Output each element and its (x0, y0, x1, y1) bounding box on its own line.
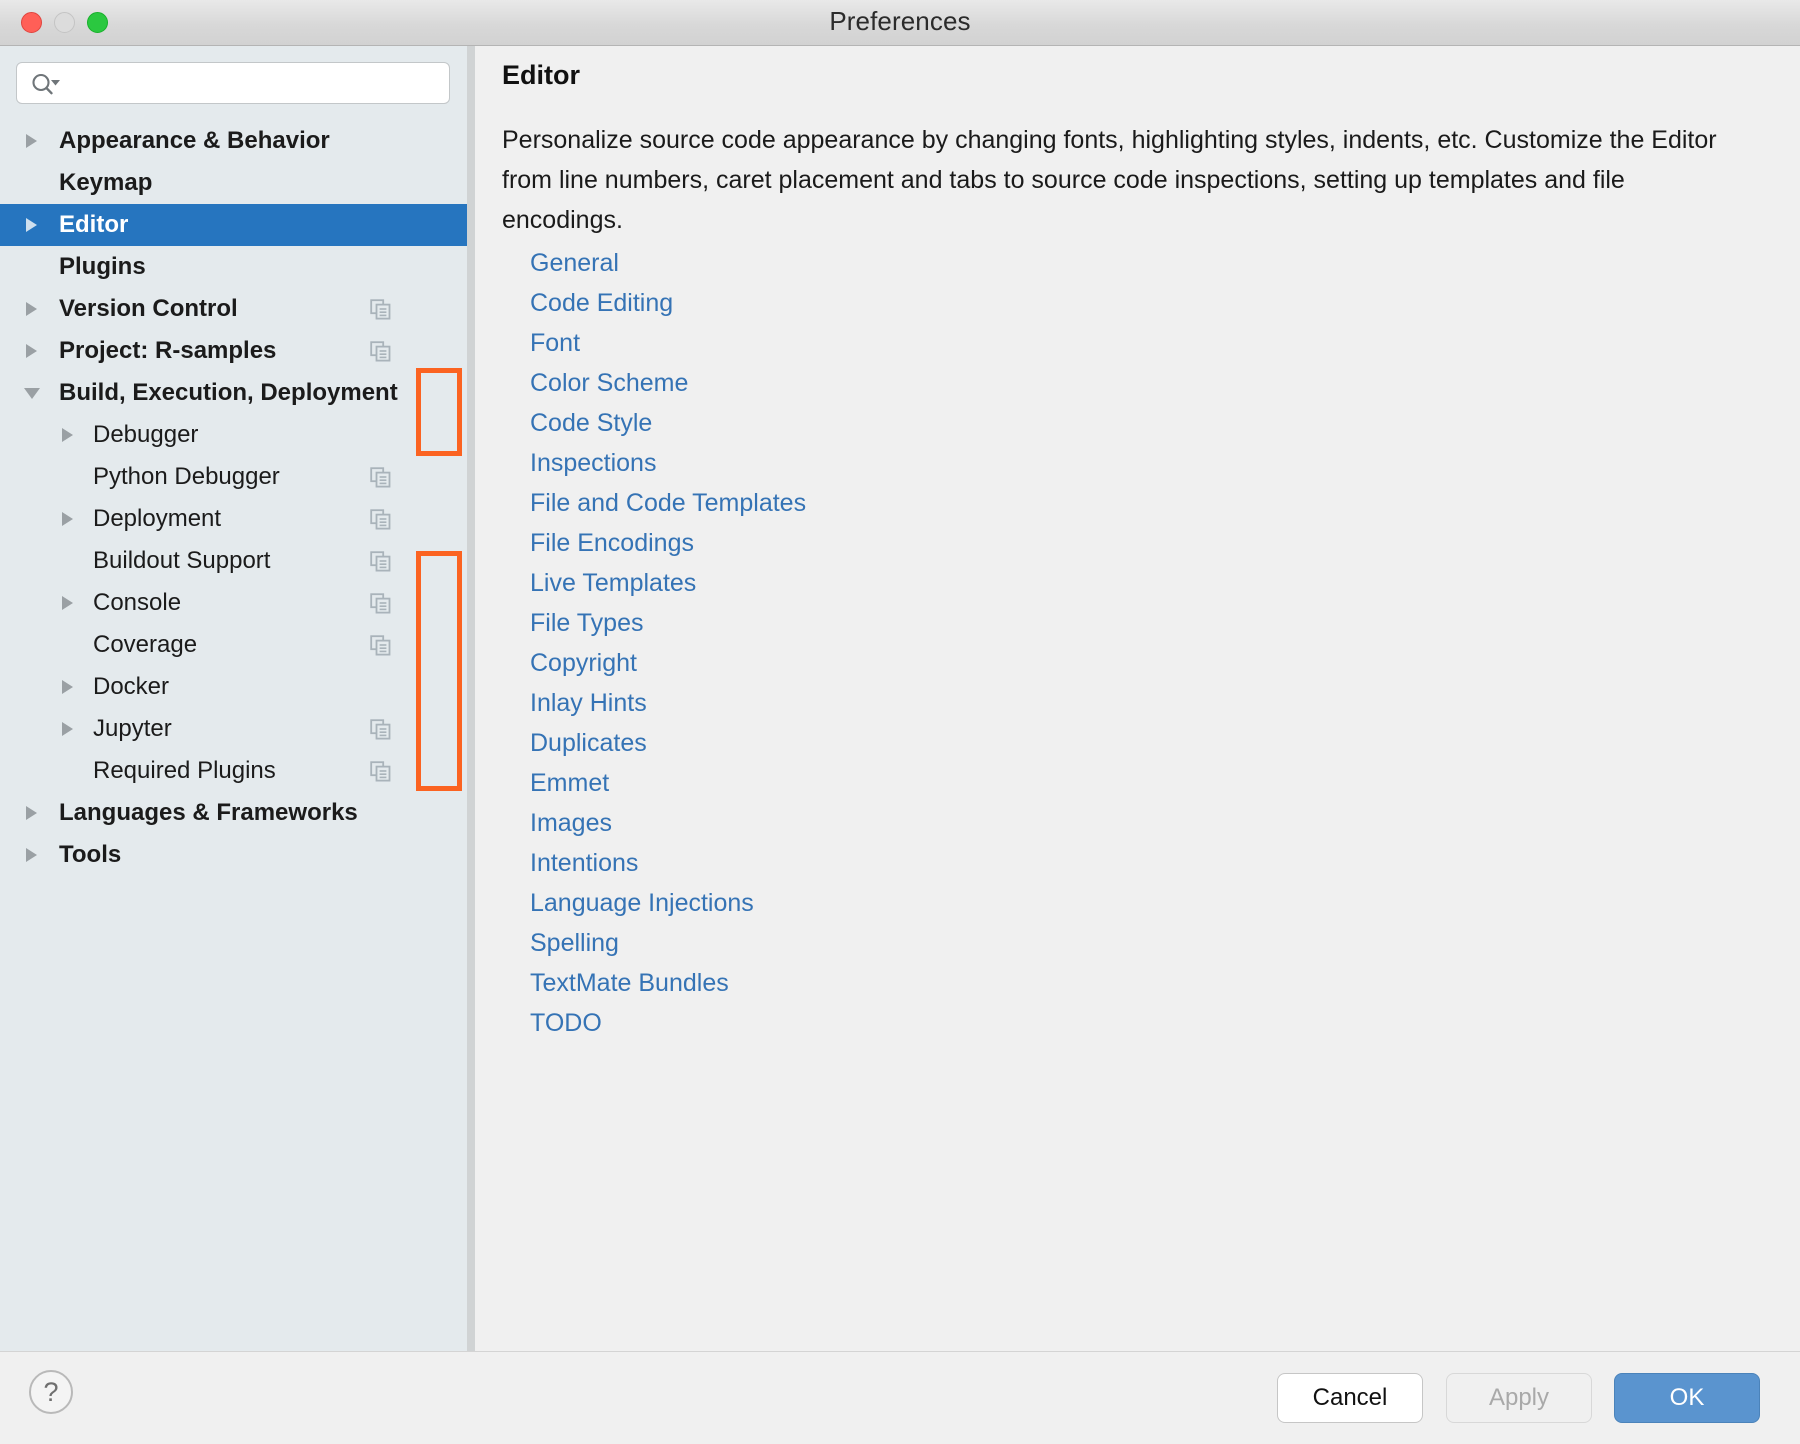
copy-settings-icon[interactable] (370, 299, 391, 320)
ok-button[interactable]: OK (1614, 1373, 1760, 1423)
sidebar-item-label: Editor (59, 211, 128, 239)
sidebar-item-editor[interactable]: Editor (0, 204, 467, 246)
editor-link-file-and-code-templates[interactable]: File and Code Templates (530, 483, 806, 523)
settings-tree: Appearance & Behavior Keymap Editor Plugins… (0, 120, 467, 876)
chevron-right-icon[interactable] (26, 302, 37, 316)
copy-settings-icon[interactable] (370, 593, 391, 614)
page-description: Personalize source code appearance by ch… (502, 120, 1752, 240)
search-field[interactable] (16, 62, 450, 104)
sidebar-item-label: Project: R-samples (59, 337, 276, 365)
copy-settings-icon[interactable] (370, 761, 391, 782)
editor-link-live-templates[interactable]: Live Templates (530, 563, 696, 603)
copy-settings-icon[interactable] (370, 635, 391, 656)
editor-link-emmet[interactable]: Emmet (530, 763, 609, 803)
sidebar-item-label: Python Debugger (93, 463, 280, 491)
chevron-right-icon[interactable] (62, 428, 73, 442)
chevron-right-icon[interactable] (62, 596, 73, 610)
dialog-footer: ? Cancel Apply OK (0, 1351, 1800, 1444)
search-icon[interactable] (30, 72, 64, 96)
sidebar-item-label: Console (93, 589, 181, 617)
sidebar-item-label: Debugger (93, 421, 198, 449)
copy-settings-icon[interactable] (370, 341, 391, 362)
editor-link-intentions[interactable]: Intentions (530, 843, 638, 883)
search-input[interactable] (69, 63, 445, 105)
sidebar-resize-divider[interactable] (467, 46, 475, 1351)
sidebar-item-label: Languages & Frameworks (59, 799, 358, 827)
sidebar-item-project-r-samples[interactable]: Project: R-samples (0, 330, 467, 372)
sidebar-item-version-control[interactable]: Version Control (0, 288, 467, 330)
editor-link-textmate-bundles[interactable]: TextMate Bundles (530, 963, 729, 1003)
chevron-down-icon[interactable] (24, 388, 40, 399)
editor-link-todo[interactable]: TODO (530, 1003, 602, 1043)
editor-link-language-injections[interactable]: Language Injections (530, 883, 754, 923)
cancel-button[interactable]: Cancel (1277, 1373, 1423, 1423)
sidebar-item-label: Appearance & Behavior (59, 127, 330, 155)
sidebar-item-label: Jupyter (93, 715, 172, 743)
sidebar-item-label: Required Plugins (93, 757, 276, 785)
editor-settings-panel: Editor Personalize source code appearanc… (475, 46, 1800, 1351)
sidebar-item-buildout-support[interactable]: Buildout Support (0, 540, 467, 582)
apply-button[interactable]: Apply (1446, 1373, 1592, 1423)
copy-settings-icon[interactable] (370, 551, 391, 572)
chevron-right-icon[interactable] (26, 218, 37, 232)
chevron-right-icon[interactable] (26, 134, 37, 148)
sidebar-item-appearance-behavior[interactable]: Appearance & Behavior (0, 120, 467, 162)
help-button[interactable]: ? (29, 1370, 73, 1414)
editor-link-inspections[interactable]: Inspections (530, 443, 656, 483)
chevron-right-icon[interactable] (62, 512, 73, 526)
sidebar-item-label: Keymap (59, 169, 152, 197)
editor-link-inlay-hints[interactable]: Inlay Hints (530, 683, 647, 723)
sidebar-item-docker[interactable]: Docker (0, 666, 467, 708)
sidebar-item-console[interactable]: Console (0, 582, 467, 624)
editor-link-copyright[interactable]: Copyright (530, 643, 637, 683)
sidebar-item-jupyter[interactable]: Jupyter (0, 708, 467, 750)
sidebar-item-python-debugger[interactable]: Python Debugger (0, 456, 467, 498)
editor-link-font[interactable]: Font (530, 323, 580, 363)
sidebar-item-label: Docker (93, 673, 169, 701)
chevron-right-icon[interactable] (62, 680, 73, 694)
sidebar-item-label: Buildout Support (93, 547, 270, 575)
sidebar-item-label: Build, Execution, Deployment (59, 379, 398, 407)
sidebar-item-languages-frameworks[interactable]: Languages & Frameworks (0, 792, 467, 834)
editor-link-color-scheme[interactable]: Color Scheme (530, 363, 688, 403)
editor-link-code-editing[interactable]: Code Editing (530, 283, 673, 323)
editor-link-images[interactable]: Images (530, 803, 612, 843)
copy-settings-icon[interactable] (370, 467, 391, 488)
editor-link-general[interactable]: General (530, 243, 619, 283)
sidebar-item-plugins[interactable]: Plugins (0, 246, 467, 288)
sidebar-item-required-plugins[interactable]: Required Plugins (0, 750, 467, 792)
copy-settings-icon[interactable] (370, 719, 391, 740)
sidebar-item-label: Tools (59, 841, 121, 869)
editor-link-file-types[interactable]: File Types (530, 603, 643, 643)
editor-link-code-style[interactable]: Code Style (530, 403, 652, 443)
sidebar-item-label: Plugins (59, 253, 146, 281)
editor-link-duplicates[interactable]: Duplicates (530, 723, 647, 763)
sidebar-item-tools[interactable]: Tools (0, 834, 467, 876)
chevron-right-icon[interactable] (62, 722, 73, 736)
settings-sidebar: Appearance & Behavior Keymap Editor Plugins… (0, 46, 467, 1351)
dialog-body: Appearance & Behavior Keymap Editor Plugins… (0, 46, 1800, 1351)
sidebar-item-debugger[interactable]: Debugger (0, 414, 467, 456)
chevron-right-icon[interactable] (26, 806, 37, 820)
sidebar-item-deployment[interactable]: Deployment (0, 498, 467, 540)
editor-link-file-encodings[interactable]: File Encodings (530, 523, 694, 563)
sidebar-item-label: Version Control (59, 295, 238, 323)
sidebar-item-coverage[interactable]: Coverage (0, 624, 467, 666)
window-title: Preferences (0, 6, 1800, 37)
sidebar-item-label: Coverage (93, 631, 197, 659)
title-bar: Preferences (0, 0, 1800, 46)
chevron-right-icon[interactable] (26, 848, 37, 862)
copy-settings-icon[interactable] (370, 509, 391, 530)
preferences-window: Preferences Appearance & Behavior Keymap E… (0, 0, 1800, 1444)
chevron-right-icon[interactable] (26, 344, 37, 358)
page-title: Editor (502, 60, 580, 91)
editor-link-spelling[interactable]: Spelling (530, 923, 619, 963)
sidebar-item-build-execution-deployment[interactable]: Build, Execution, Deployment (0, 372, 467, 414)
sidebar-item-label: Deployment (93, 505, 221, 533)
editor-subsection-links: GeneralCode EditingFontColor SchemeCode … (530, 243, 1430, 1043)
sidebar-item-keymap[interactable]: Keymap (0, 162, 467, 204)
